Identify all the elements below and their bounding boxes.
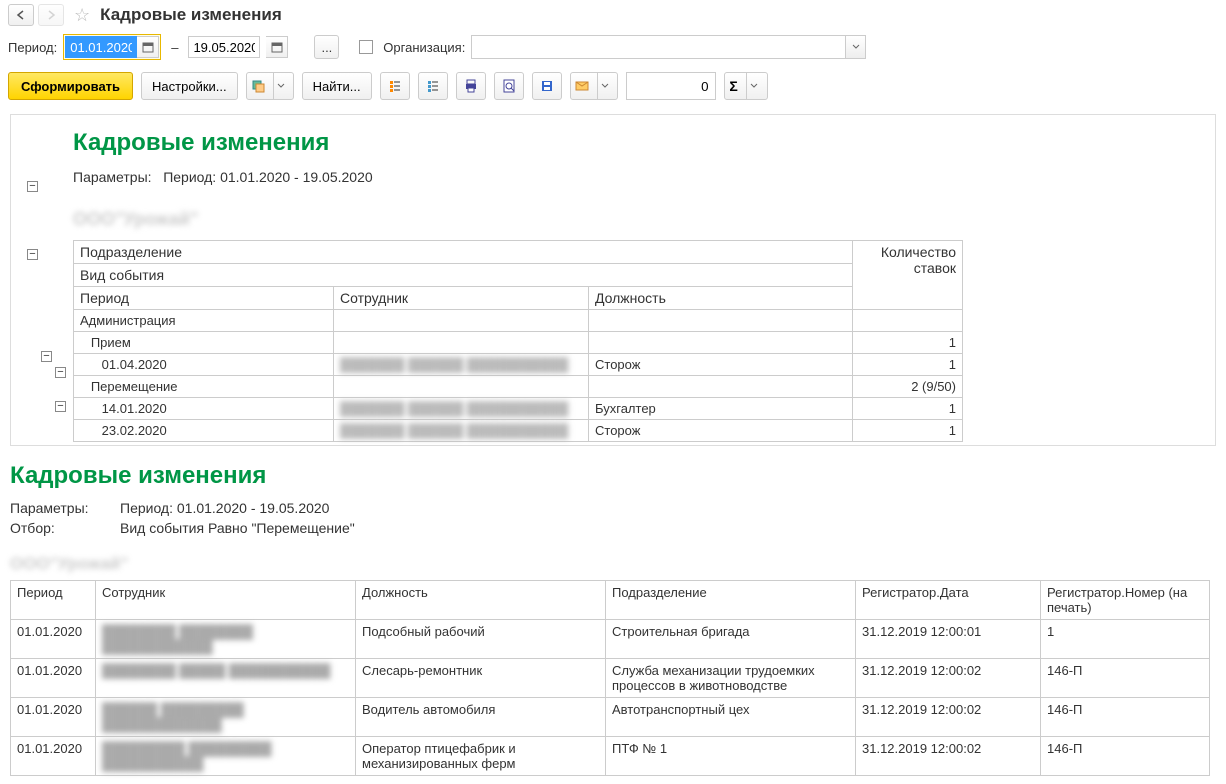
header-employee: Сотрудник	[96, 581, 356, 620]
report-title: Кадровые изменения	[10, 454, 1216, 498]
nav-back-button[interactable]	[8, 4, 34, 26]
generate-button[interactable]: Сформировать	[8, 72, 133, 100]
tree-collapse-toggle[interactable]: −	[27, 181, 38, 192]
header-registrar-date: Регистратор.Дата	[856, 581, 1041, 620]
print-button[interactable]	[456, 72, 486, 100]
period-dash: –	[171, 40, 178, 55]
header-event-type: Вид события	[74, 264, 853, 287]
table-row[interactable]: 23.02.2020​███████ ██████ ███████████Сто…	[74, 420, 963, 442]
table-row[interactable]: 01.01.2020██████ █████████ █████████████…	[11, 698, 1210, 737]
collapse-all-button[interactable]	[418, 72, 448, 100]
report-table: ПодразделениеКоличество ставок Вид событ…	[73, 240, 963, 442]
table-row[interactable]: 01.04.2020​███████ ██████ ███████████Сто…	[74, 354, 963, 376]
company-name: ООО"Урожай"	[10, 538, 1216, 580]
tree-collapse-toggle[interactable]: −	[41, 351, 52, 362]
cell-number-input[interactable]	[626, 72, 716, 100]
email-button[interactable]	[570, 72, 618, 100]
organization-label: Организация:	[383, 40, 465, 55]
table-row[interactable]: 14.01.2020​███████ ██████ ███████████Бух…	[74, 398, 963, 420]
header-period: Период	[11, 581, 96, 620]
chevron-down-icon[interactable]	[597, 73, 613, 99]
header-department: Подразделение	[606, 581, 856, 620]
report-parameters: Параметры: Период: 01.01.2020 - 19.05.20…	[73, 165, 1215, 199]
report-title: Кадровые изменения	[73, 115, 1215, 165]
header-employee: Сотрудник	[334, 287, 589, 310]
variants-button[interactable]	[246, 72, 294, 100]
header-quantity: Количество ставок	[853, 241, 963, 310]
table-row[interactable]: Прием1	[74, 332, 963, 354]
period-from-input[interactable]	[65, 36, 137, 58]
header-position: Должность	[356, 581, 606, 620]
preview-button[interactable]	[494, 72, 524, 100]
report-parameters-line: Параметры:Период: 01.01.2020 - 19.05.202…	[10, 498, 1216, 518]
organization-dropdown[interactable]	[471, 35, 866, 59]
save-button[interactable]	[532, 72, 562, 100]
report-filter-line: Отбор:Вид события Равно "Перемещение"	[10, 518, 1216, 538]
find-button[interactable]: Найти...	[302, 72, 372, 100]
header-position: Должность	[589, 287, 853, 310]
settings-button[interactable]: Настройки...	[141, 72, 238, 100]
report-table-2: Период Сотрудник Должность Подразделение…	[10, 580, 1210, 776]
chevron-down-icon[interactable]	[845, 36, 865, 58]
chevron-down-icon[interactable]	[273, 73, 289, 99]
nav-forward-button	[38, 4, 64, 26]
header-department: Подразделение	[74, 241, 853, 264]
expand-all-button[interactable]	[380, 72, 410, 100]
period-from-calendar-button[interactable]	[137, 36, 159, 58]
sum-button[interactable]: Σ	[724, 72, 768, 100]
tree-collapse-toggle[interactable]: −	[27, 249, 38, 260]
period-to-input[interactable]	[188, 36, 260, 58]
chevron-down-icon[interactable]	[746, 73, 762, 99]
period-label: Период:	[8, 40, 57, 55]
table-row[interactable]: Перемещение2 (9/50)	[74, 376, 963, 398]
tree-collapse-toggle[interactable]: −	[55, 367, 66, 378]
organization-checkbox[interactable]	[359, 40, 373, 54]
period-to-calendar-button[interactable]	[266, 36, 288, 58]
table-row[interactable]: 01.01.2020████████ ████████ ████████████…	[11, 620, 1210, 659]
company-name: ООО"Урожай"	[73, 199, 1215, 240]
table-row[interactable]: 01.01.2020████████ █████ ███████████Слес…	[11, 659, 1210, 698]
header-period: Период	[74, 287, 334, 310]
table-row[interactable]: 01.01.2020█████████ █████████ ██████████…	[11, 737, 1210, 776]
header-registrar-number: Регистратор.Номер (на печать)	[1041, 581, 1210, 620]
period-select-button[interactable]: ...	[314, 35, 339, 59]
table-row[interactable]: Администрация	[74, 310, 963, 332]
page-title: Кадровые изменения	[100, 5, 282, 25]
favorite-star-icon[interactable]: ☆	[74, 5, 90, 26]
tree-collapse-toggle[interactable]: −	[55, 401, 66, 412]
